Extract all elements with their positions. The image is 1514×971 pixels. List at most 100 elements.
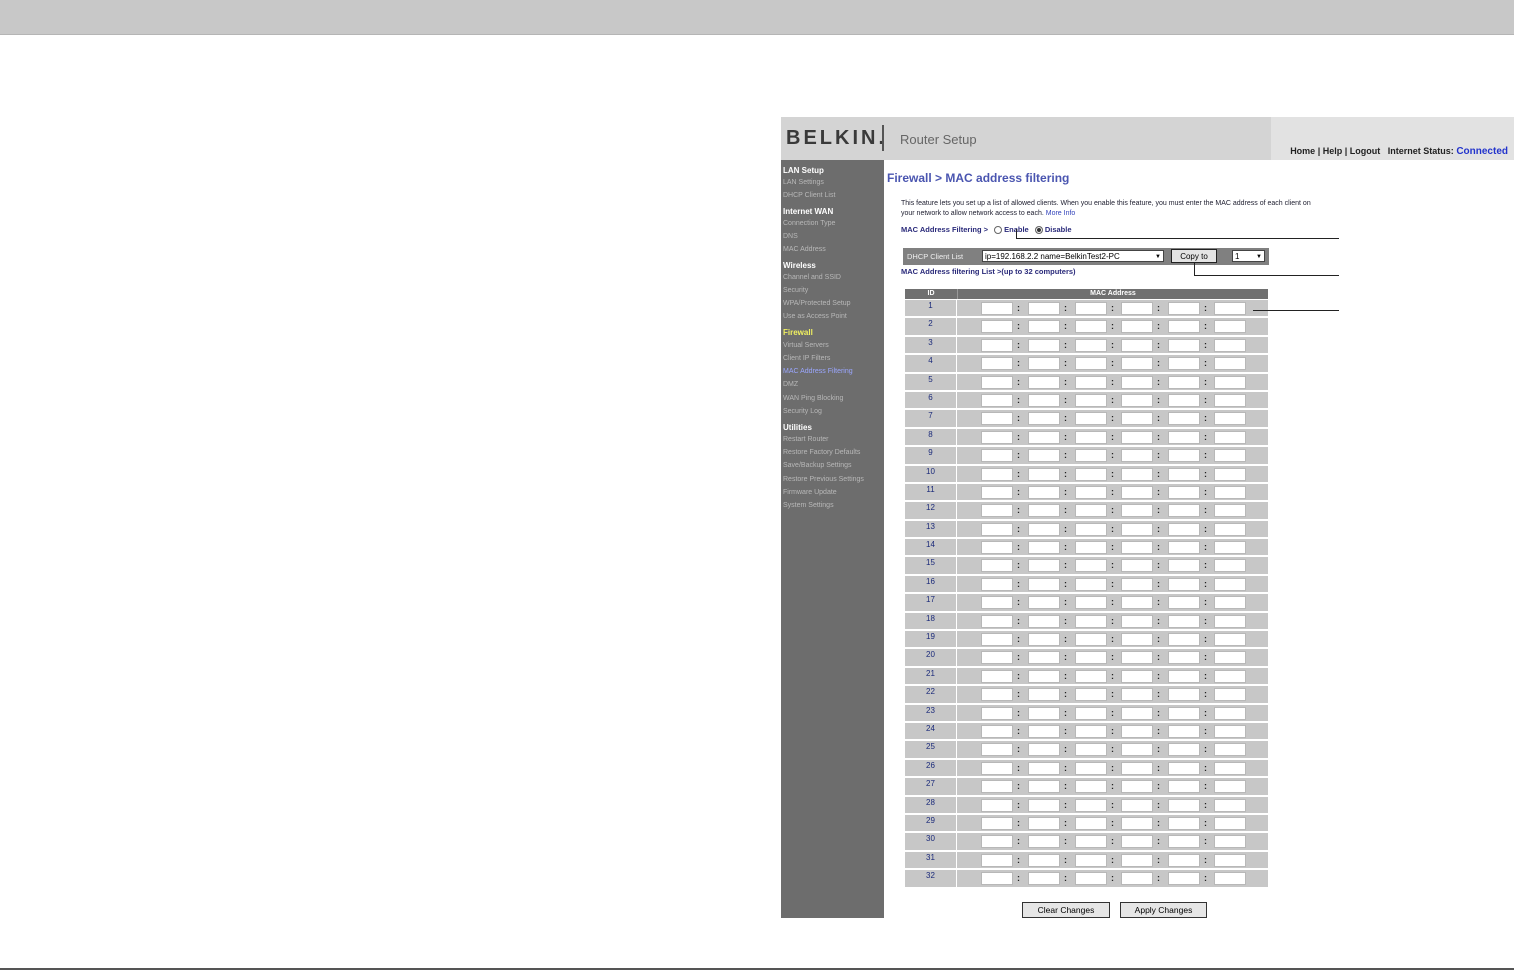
mac-octet-input[interactable]: [1214, 798, 1246, 812]
mac-octet-input[interactable]: [1121, 798, 1153, 812]
mac-octet-input[interactable]: [1028, 614, 1060, 628]
sidebar-item[interactable]: DNS: [783, 233, 798, 240]
mac-octet-input[interactable]: [981, 761, 1013, 775]
mac-octet-input[interactable]: [981, 724, 1013, 738]
mac-octet-input[interactable]: [1168, 596, 1200, 610]
mac-octet-input[interactable]: [1214, 743, 1246, 757]
mac-octet-input[interactable]: [1168, 302, 1200, 315]
mac-octet-input[interactable]: [1214, 393, 1246, 407]
mac-octet-input[interactable]: [1075, 780, 1107, 794]
mac-octet-input[interactable]: [1214, 872, 1246, 886]
mac-octet-input[interactable]: [1168, 614, 1200, 628]
sidebar-item[interactable]: Restart Router: [783, 436, 829, 443]
mac-octet-input[interactable]: [981, 669, 1013, 683]
mac-octet-input[interactable]: [1121, 541, 1153, 555]
mac-octet-input[interactable]: [1028, 872, 1060, 886]
mac-octet-input[interactable]: [1075, 816, 1107, 830]
mac-octet-input[interactable]: [981, 375, 1013, 389]
mac-octet-input[interactable]: [981, 835, 1013, 849]
mac-octet-input[interactable]: [1168, 688, 1200, 702]
mac-octet-input[interactable]: [1168, 485, 1200, 499]
mac-octet-input[interactable]: [1075, 541, 1107, 555]
mac-octet-input[interactable]: [981, 412, 1013, 426]
mac-octet-input[interactable]: [1168, 633, 1200, 647]
mac-octet-input[interactable]: [1214, 357, 1246, 371]
mac-octet-input[interactable]: [1121, 577, 1153, 591]
mac-octet-input[interactable]: [981, 798, 1013, 812]
mac-octet-input[interactable]: [1168, 872, 1200, 886]
mac-octet-input[interactable]: [1075, 688, 1107, 702]
mac-octet-input[interactable]: [1168, 761, 1200, 775]
mac-octet-input[interactable]: [1168, 835, 1200, 849]
mac-octet-input[interactable]: [1028, 320, 1060, 334]
mac-octet-input[interactable]: [1028, 393, 1060, 407]
mac-octet-input[interactable]: [1168, 467, 1200, 481]
mac-octet-input[interactable]: [1028, 835, 1060, 849]
mac-octet-input[interactable]: [1168, 393, 1200, 407]
mac-octet-input[interactable]: [1168, 853, 1200, 867]
mac-octet-input[interactable]: [1168, 412, 1200, 426]
mac-octet-input[interactable]: [1168, 816, 1200, 830]
mac-octet-input[interactable]: [1214, 522, 1246, 536]
mac-octet-input[interactable]: [1214, 835, 1246, 849]
mac-octet-input[interactable]: [1121, 633, 1153, 647]
mac-octet-input[interactable]: [1075, 559, 1107, 573]
mac-octet-input[interactable]: [1075, 761, 1107, 775]
mac-octet-input[interactable]: [981, 688, 1013, 702]
mac-octet-input[interactable]: [1028, 816, 1060, 830]
logout-link[interactable]: Logout: [1350, 146, 1381, 156]
mac-octet-input[interactable]: [1121, 522, 1153, 536]
mac-octet-input[interactable]: [1075, 449, 1107, 463]
mac-octet-input[interactable]: [1121, 669, 1153, 683]
mac-octet-input[interactable]: [1121, 485, 1153, 499]
mac-octet-input[interactable]: [1168, 375, 1200, 389]
home-link[interactable]: Home: [1290, 146, 1315, 156]
disable-radio[interactable]: [1034, 226, 1043, 235]
mac-octet-input[interactable]: [1214, 780, 1246, 794]
mac-octet-input[interactable]: [1121, 743, 1153, 757]
mac-octet-input[interactable]: [1214, 577, 1246, 591]
sidebar-item[interactable]: Connection Type: [783, 220, 835, 227]
mac-octet-input[interactable]: [1214, 449, 1246, 463]
mac-octet-input[interactable]: [981, 338, 1013, 352]
mac-octet-input[interactable]: [981, 559, 1013, 573]
sidebar-item[interactable]: Security Log: [783, 408, 822, 415]
mac-octet-input[interactable]: [1121, 853, 1153, 867]
mac-octet-input[interactable]: [1028, 522, 1060, 536]
sidebar-item[interactable]: Use as Access Point: [783, 313, 847, 320]
copy-target-select[interactable]: 1 ▼: [1232, 250, 1265, 262]
mac-octet-input[interactable]: [1075, 412, 1107, 426]
mac-octet-input[interactable]: [981, 430, 1013, 444]
mac-octet-input[interactable]: [981, 577, 1013, 591]
sidebar-item[interactable]: Channel and SSID: [783, 274, 841, 281]
mac-octet-input[interactable]: [1121, 651, 1153, 665]
mac-octet-input[interactable]: [1028, 559, 1060, 573]
sidebar-item[interactable]: Restore Previous Settings: [783, 476, 864, 483]
mac-octet-input[interactable]: [1214, 669, 1246, 683]
mac-octet-input[interactable]: [1214, 338, 1246, 352]
mac-octet-input[interactable]: [981, 302, 1013, 315]
mac-octet-input[interactable]: [1168, 651, 1200, 665]
sidebar-item[interactable]: DHCP Client List: [783, 192, 835, 199]
mac-octet-input[interactable]: [1075, 375, 1107, 389]
mac-octet-input[interactable]: [1028, 375, 1060, 389]
mac-octet-input[interactable]: [1121, 430, 1153, 444]
mac-octet-input[interactable]: [1075, 835, 1107, 849]
apply-changes-button[interactable]: Apply Changes: [1120, 902, 1207, 918]
mac-octet-input[interactable]: [1075, 302, 1107, 315]
mac-octet-input[interactable]: [1121, 614, 1153, 628]
sidebar-item[interactable]: WPA/Protected Setup: [783, 300, 851, 307]
mac-octet-input[interactable]: [1168, 706, 1200, 720]
mac-octet-input[interactable]: [1214, 412, 1246, 426]
mac-octet-input[interactable]: [1214, 724, 1246, 738]
mac-octet-input[interactable]: [981, 633, 1013, 647]
mac-octet-input[interactable]: [1121, 375, 1153, 389]
mac-octet-input[interactable]: [1028, 338, 1060, 352]
mac-octet-input[interactable]: [1028, 357, 1060, 371]
sidebar-item[interactable]: System Settings: [783, 502, 834, 509]
mac-octet-input[interactable]: [981, 320, 1013, 334]
mac-octet-input[interactable]: [1168, 798, 1200, 812]
mac-octet-input[interactable]: [1121, 504, 1153, 518]
mac-octet-input[interactable]: [1214, 706, 1246, 720]
mac-octet-input[interactable]: [1028, 669, 1060, 683]
